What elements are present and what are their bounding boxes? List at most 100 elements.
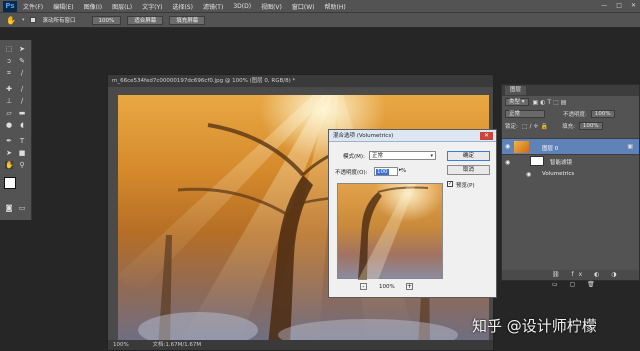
preview-label: 预览(P) (456, 183, 475, 189)
menu-image[interactable]: 图像(I) (84, 2, 102, 11)
pen-tool-icon[interactable]: ✒ (5, 137, 13, 145)
zhihu-watermark: 知乎 @设计师柠檬 (472, 317, 597, 335)
dialog-title-bar[interactable]: 混合选项 (Volumetrics) ✕ (329, 130, 496, 142)
fit-screen-button[interactable]: 适合屏幕 (127, 15, 164, 25)
menu-help[interactable]: 帮助(H) (325, 2, 346, 11)
smart-filter-mask-thumbnail[interactable] (530, 156, 544, 166)
zoom-out-button[interactable]: - (360, 283, 367, 290)
opacity-label: 不透明度(O): (335, 170, 368, 176)
opacity-input[interactable]: 100% (590, 110, 615, 118)
filter-preview-pane[interactable] (337, 183, 443, 280)
dodge-tool-icon[interactable]: ◖ (18, 121, 26, 129)
menu-file[interactable]: 文件(F) (23, 2, 43, 11)
lasso-tool-icon[interactable]: ↄ (5, 57, 13, 65)
document-tab[interactable]: m_66ce534fed7c00000197dc696cf0.jpg @ 100… (108, 75, 493, 87)
menu-select[interactable]: 选择(S) (172, 2, 193, 11)
fill-screen-button[interactable]: 填充屏幕 (169, 15, 206, 25)
eyedropper-tool-icon[interactable]: ∕ (18, 69, 26, 77)
layers-bottom-toolbar: ⛓ fx ◐ ◑ ▭ ▢ 🗑 (502, 270, 639, 288)
layer-kind-select[interactable]: 类型 ▾ (505, 98, 529, 106)
fill-input[interactable]: 100% (578, 122, 603, 130)
cancel-button[interactable]: 取消 (447, 165, 490, 175)
quick-select-tool-icon[interactable]: ✎ (18, 57, 26, 65)
healing-brush-tool-icon[interactable]: ✚ (5, 85, 13, 93)
close-button[interactable]: ✕ (631, 2, 636, 9)
layer-filter-row: 类型 ▾ ▣◐T⬚▤ (502, 96, 639, 108)
opacity-value: 100 (376, 169, 389, 175)
layers-panel: 图层 类型 ▾ ▣◐T⬚▤ 正常 不透明度: 100% 锁定: ⬚∕✛🔒 填充:… (501, 84, 640, 288)
lock-label: 锁定: (505, 124, 518, 130)
dialog-title: 混合选项 (Volumetrics) (333, 133, 394, 139)
preview-zoom-value: 100% (379, 284, 395, 290)
document-status-bar: 100% 文档:1.67M/1.67M (108, 340, 493, 350)
blend-mode-value: 正常 (509, 111, 521, 117)
menu-bar: Ps 文件(F) 编辑(E) 图像(I) 图层(L) 文字(Y) 选择(S) 滤… (0, 0, 640, 13)
preview-checkbox[interactable]: ✓ (447, 181, 453, 187)
gradient-tool-icon[interactable]: ▬ (18, 109, 26, 117)
rectangle-tool-icon[interactable]: ■ (18, 149, 26, 157)
menu-3d[interactable]: 3D(D) (233, 3, 251, 10)
layer-kind-label: 类型 (509, 99, 521, 105)
maximize-button[interactable]: □ (616, 2, 622, 9)
layer-thumbnail (514, 141, 529, 153)
smart-filter-eye-icon[interactable]: ◉ (505, 159, 510, 166)
mode-value: 正常 (372, 153, 384, 159)
menu-view[interactable]: 视图(V) (261, 2, 282, 11)
smart-filters-label: 智能滤镜 (550, 160, 573, 166)
smart-object-icon: ▣ (627, 143, 633, 150)
menu-type[interactable]: 文字(Y) (142, 2, 162, 11)
screen-mode-icon[interactable]: ▭ (18, 204, 26, 212)
marquee-tool-icon[interactable]: ⬚ (5, 45, 13, 53)
filter-name[interactable]: Volumetrics (542, 171, 574, 177)
ok-button[interactable]: 确定 (447, 151, 490, 161)
menu-layer[interactable]: 图层(L) (112, 2, 132, 11)
opacity-label: 不透明度: (563, 112, 587, 118)
eraser-tool-icon[interactable]: ▱ (5, 109, 13, 117)
scroll-all-windows-label: 滚动所有窗口 (42, 18, 76, 24)
minimize-button[interactable]: — (601, 2, 607, 9)
filter-eye-icon[interactable]: ◉ (526, 171, 531, 178)
scroll-all-windows-checkbox[interactable] (30, 17, 37, 23)
chevron-down-icon: ▾ (430, 153, 433, 159)
blend-row: 正常 不透明度: 100% (502, 108, 639, 120)
blend-mode-select[interactable]: 正常 (505, 110, 545, 118)
status-doc-size[interactable]: 文档:1.67M/1.67M (152, 342, 201, 348)
mode-select[interactable]: 正常 ▾ (369, 151, 436, 160)
tab-layers[interactable]: 图层 (505, 86, 527, 95)
zoom-100-button[interactable]: 100% (91, 15, 122, 25)
clone-stamp-tool-icon[interactable]: ⊥ (5, 97, 13, 105)
layer-row-layer0[interactable]: ◉ 图层 0 ▣ (502, 138, 639, 155)
menu-filter[interactable]: 滤镜(T) (203, 2, 223, 11)
opacity-field[interactable]: 100 (374, 167, 398, 176)
zoom-tool-icon[interactable]: ⚲ (18, 161, 26, 169)
hand-tool-icon[interactable]: ✋ (5, 161, 14, 169)
blur-tool-icon[interactable]: ● (5, 121, 13, 129)
lock-row: 锁定: ⬚∕✛🔒 填充: 100% (502, 120, 639, 132)
tool-preset-chevron-icon[interactable]: ▾ (22, 17, 25, 23)
fill-label: 填充: (562, 124, 575, 130)
move-tool-icon[interactable]: ➤ (18, 45, 26, 53)
hand-tool-icon: ✋ (6, 15, 16, 25)
menu-window[interactable]: 窗口(W) (292, 2, 315, 11)
opacity-unit: % (401, 168, 407, 174)
eye-icon[interactable]: ◉ (505, 143, 510, 150)
tools-panel: ⬚ ➤ ↄ ✎ ⌗ ∕ ✚ ∕ ⊥ ∕ ▱ ▬ ● ◖ ✒ T ➤ ■ ✋ ⚲ … (0, 40, 32, 220)
document-title: m_66ce534fed7c00000197dc696cf0.jpg @ 100… (112, 78, 296, 84)
zoom-in-button[interactable]: + (406, 283, 413, 290)
status-zoom[interactable]: 100% (113, 342, 129, 348)
blending-options-dialog: 混合选项 (Volumetrics) ✕ 模式(M): 正常 ▾ 不透明度(O)… (328, 129, 497, 298)
brush-tool-icon[interactable]: ∕ (18, 85, 26, 93)
crop-tool-icon[interactable]: ⌗ (5, 69, 13, 77)
options-bar: ✋ ▾ 滚动所有窗口 100% 适合屏幕 填充屏幕 (0, 13, 640, 28)
mode-label: 模式(M): (343, 154, 365, 160)
foreground-color-swatch[interactable] (4, 177, 16, 189)
dialog-close-button[interactable]: ✕ (480, 132, 493, 140)
filter-icons: ▣◐T⬚▤ (532, 98, 569, 106)
quick-mask-icon[interactable]: ◙ (5, 204, 13, 212)
layer-name[interactable]: 图层 0 (542, 144, 558, 152)
path-select-tool-icon[interactable]: ➤ (5, 149, 13, 157)
lock-icons[interactable]: ⬚∕✛🔒 (522, 123, 550, 130)
menu-edit[interactable]: 编辑(E) (53, 2, 73, 11)
history-brush-tool-icon[interactable]: ∕ (18, 97, 26, 105)
type-tool-icon[interactable]: T (18, 137, 26, 145)
